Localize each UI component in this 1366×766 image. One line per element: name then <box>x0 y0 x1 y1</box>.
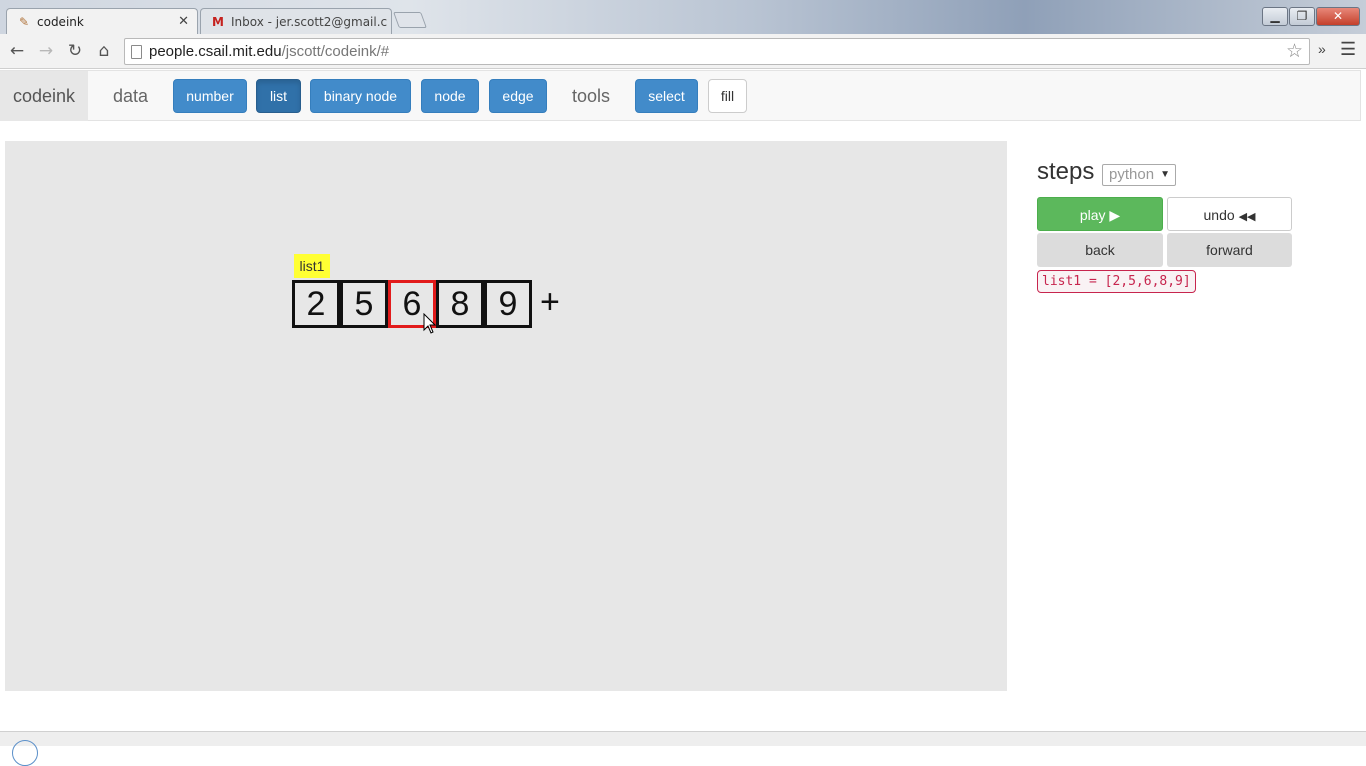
brand[interactable]: codeink <box>0 71 88 121</box>
list-variable-label[interactable]: list1 <box>294 254 330 278</box>
steps-title: steps <box>1037 158 1095 185</box>
tab-close-icon[interactable]: ✕ <box>178 9 189 35</box>
list-cell[interactable]: 8 <box>436 280 484 328</box>
url-text: people.csail.mit.edu/jscott/codeink/# <box>149 43 390 60</box>
page-icon <box>131 45 142 59</box>
browser-toolbar: ← → ↻ ⌂ people.csail.mit.edu/jscott/code… <box>0 34 1366 69</box>
forward-arrow-icon[interactable]: → <box>34 40 58 62</box>
tab-codeink[interactable]: ✎ codeink ✕ <box>6 8 198 34</box>
new-tab-button[interactable] <box>393 12 427 28</box>
binary-node-button[interactable]: binary node <box>310 79 411 113</box>
back-button[interactable]: back <box>1037 233 1163 267</box>
tools-section-label: tools <box>572 86 611 106</box>
maximize-icon[interactable]: ❐ <box>1289 7 1315 26</box>
reload-icon[interactable]: ↻ <box>63 40 87 62</box>
browser-titlebar: ✎ codeink ✕ M Inbox - jer.scott2@gmail.c… <box>0 0 1366 34</box>
code-step[interactable]: list1 = [2,5,6,8,9] <box>1037 270 1196 293</box>
fill-button[interactable]: fill <box>708 79 747 113</box>
bookmark-star-icon[interactable]: ☆ <box>1286 40 1303 63</box>
status-bar <box>0 731 1366 766</box>
mouse-cursor-icon <box>423 313 437 334</box>
list-cell[interactable]: 5 <box>340 280 388 328</box>
number-button[interactable]: number <box>173 79 247 113</box>
add-element-button[interactable]: + <box>540 281 560 323</box>
tab-title: codeink <box>37 15 84 29</box>
extensions-overflow-icon[interactable]: » <box>1318 41 1326 57</box>
node-button[interactable]: node <box>421 79 479 113</box>
minimize-icon[interactable]: ▁ <box>1262 7 1288 26</box>
list-cell[interactable]: 2 <box>292 280 340 328</box>
tab-gmail[interactable]: M Inbox - jer.scott2@gmail.c <box>200 8 392 34</box>
forward-button[interactable]: forward <box>1167 233 1292 267</box>
select-button[interactable]: select <box>635 79 698 113</box>
list-button[interactable]: list <box>256 79 301 113</box>
play-button[interactable]: play ▶ <box>1037 197 1163 231</box>
drawing-canvas[interactable]: list1 2 5 6 8 9 + <box>5 141 1007 691</box>
chrome-menu-icon[interactable]: ☰ <box>1340 39 1356 60</box>
download-indicator-icon <box>12 740 38 766</box>
gmail-icon: M <box>212 15 224 29</box>
back-arrow-icon[interactable]: ← <box>5 40 29 62</box>
play-icon: ▶ <box>1109 207 1121 223</box>
home-icon[interactable]: ⌂ <box>92 40 116 62</box>
edge-button[interactable]: edge <box>489 79 547 113</box>
tab-title: Inbox - jer.scott2@gmail.c <box>231 15 388 29</box>
undo-button[interactable]: undo ◀◀ <box>1167 197 1292 231</box>
data-section-label: data <box>113 86 149 106</box>
chevron-down-icon: ▼ <box>1160 169 1170 180</box>
list-cell[interactable]: 9 <box>484 280 532 328</box>
codeink-favicon-icon: ✎ <box>18 15 30 29</box>
address-bar[interactable]: people.csail.mit.edu/jscott/codeink/# ☆ <box>124 38 1310 65</box>
window-close-icon[interactable]: ✕ <box>1316 7 1360 26</box>
rewind-icon: ◀◀ <box>1238 211 1256 223</box>
app-navbar: codeink data number list binary node nod… <box>0 70 1361 121</box>
language-select[interactable]: python ▼ <box>1102 164 1176 186</box>
